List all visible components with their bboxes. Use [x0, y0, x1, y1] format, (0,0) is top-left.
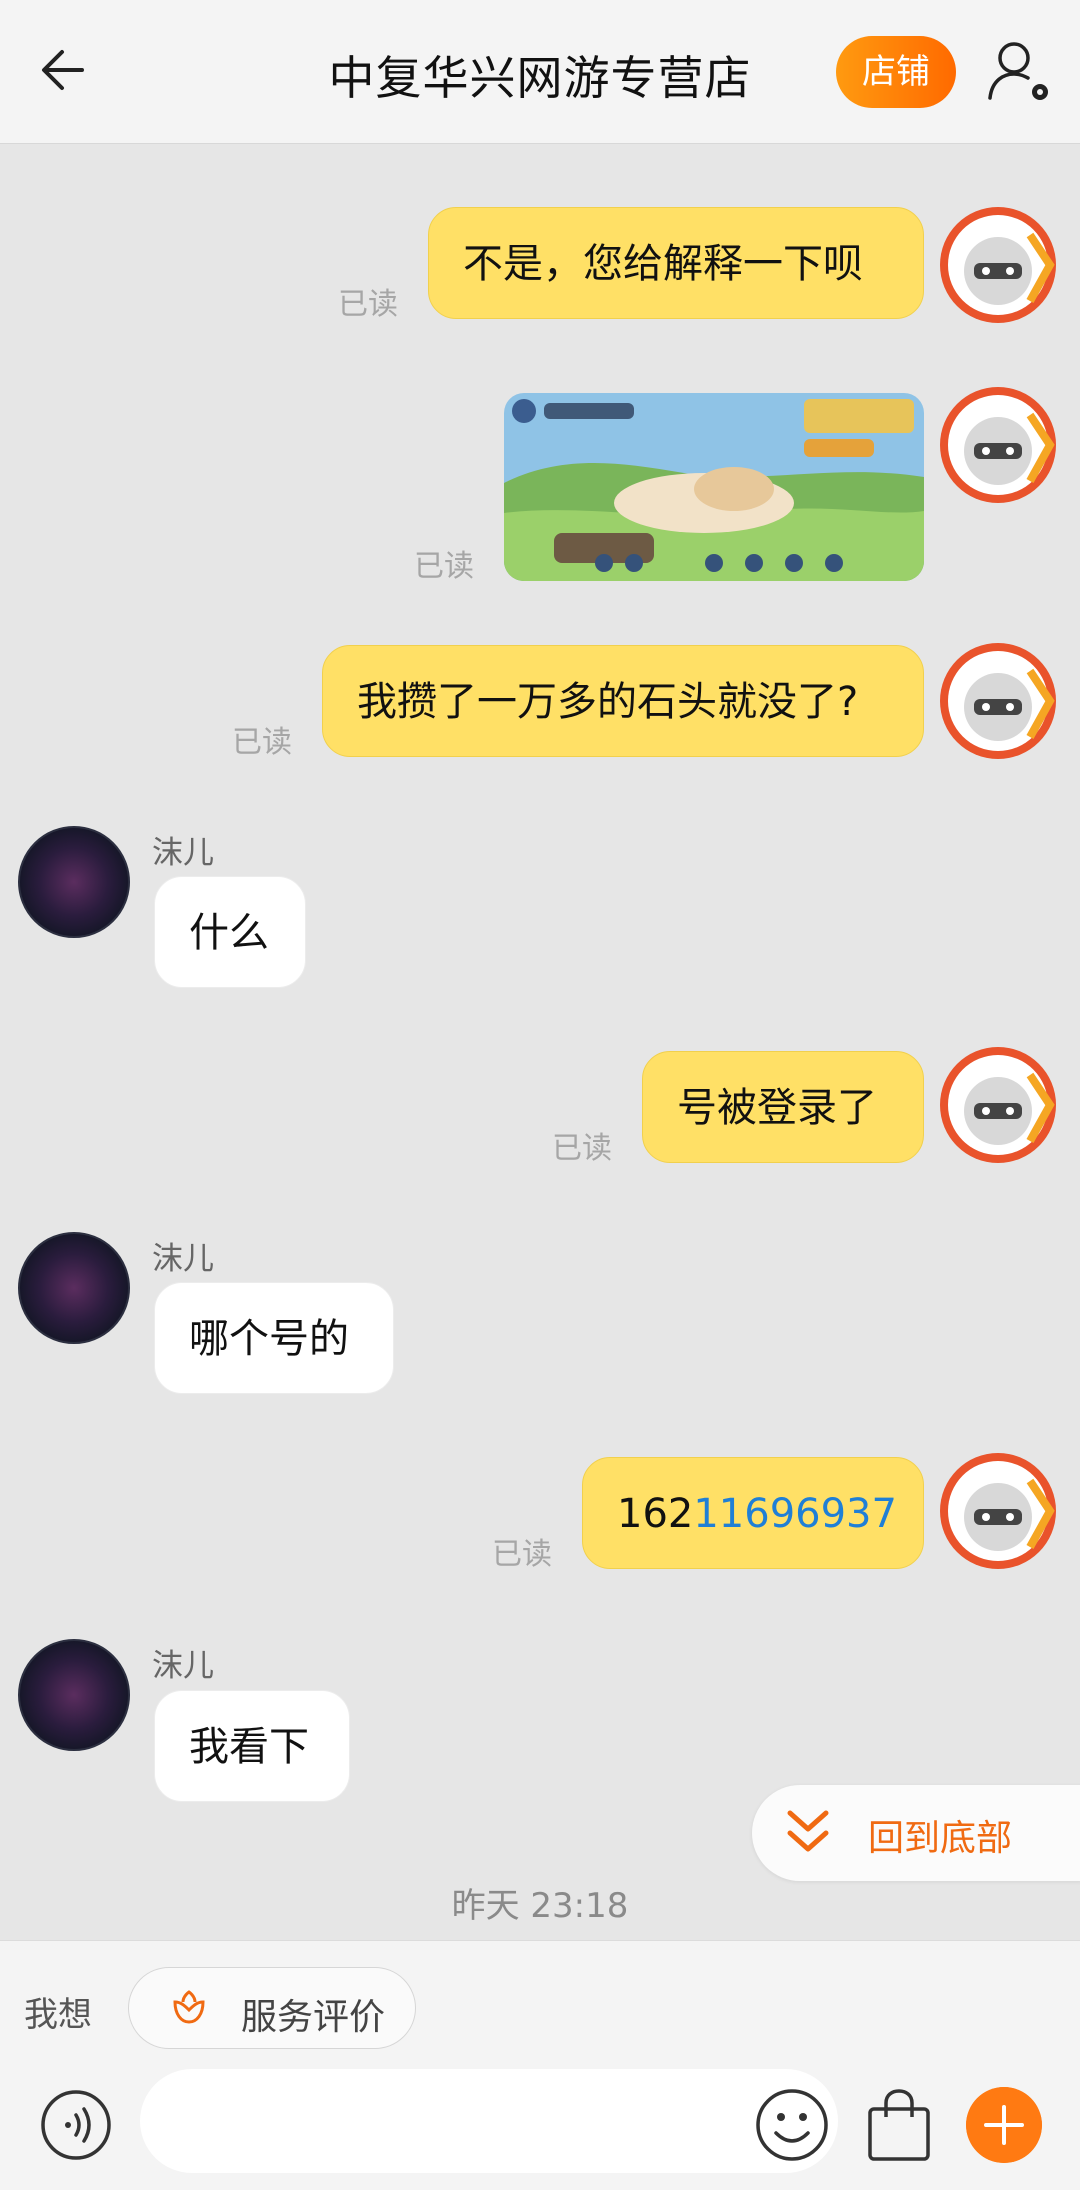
read-status: 已读 [338, 287, 398, 322]
message-text: 162 [617, 1491, 694, 1537]
sender-name: 沫儿 [152, 1648, 214, 1684]
flower-icon [173, 1990, 205, 2024]
back-to-bottom-label: 回到底部 [868, 1818, 1013, 1859]
read-status: 已读 [552, 1131, 612, 1166]
sender-name: 沫儿 [152, 835, 214, 871]
shop-avatar[interactable] [18, 1639, 130, 1751]
my-avatar[interactable] [938, 1451, 1058, 1571]
game-screenshot-image[interactable] [504, 393, 924, 581]
my-avatar[interactable] [938, 385, 1058, 505]
bottom-bar: 我想 服务评价 [0, 1940, 1080, 2190]
message-bubble-outgoing[interactable]: 不是，您给解释一下呗 [428, 207, 924, 319]
message-bubble-incoming[interactable]: 哪个号的 [154, 1282, 394, 1394]
read-status: 已读 [232, 725, 292, 760]
message-bubble-incoming[interactable]: 我看下 [154, 1690, 350, 1802]
read-status: 已读 [414, 549, 474, 584]
voice-input-icon[interactable] [40, 2089, 112, 2161]
message-input[interactable] [140, 2069, 838, 2173]
service-rating-label: 服务评价 [241, 1997, 386, 2038]
double-chevron-down-icon [787, 1810, 829, 1852]
message-bubble-outgoing[interactable]: 16211696937 [582, 1457, 924, 1569]
message-bubble-outgoing[interactable]: 号被登录了 [642, 1051, 924, 1163]
phone-number-link[interactable]: 11696937 [693, 1491, 897, 1537]
my-avatar[interactable] [938, 641, 1058, 761]
plus-icon[interactable] [966, 2087, 1042, 2163]
shopping-bag-icon[interactable] [864, 2087, 934, 2163]
shop-button[interactable]: 店铺 [836, 36, 956, 108]
message-bubble-incoming[interactable]: 什么 [154, 876, 306, 988]
read-status: 已读 [492, 1537, 552, 1572]
message-bubble-outgoing[interactable]: 我攒了一万多的石头就没了? [322, 645, 924, 757]
back-to-bottom-button[interactable]: 回到底部 [752, 1785, 1080, 1881]
user-settings-icon[interactable] [984, 36, 1054, 106]
shop-avatar[interactable] [18, 826, 130, 938]
my-avatar[interactable] [938, 1045, 1058, 1165]
my-avatar[interactable] [938, 205, 1058, 325]
service-rating-button[interactable]: 服务评价 [128, 1967, 416, 2049]
header: 中复华兴网游专营店 店铺 [0, 0, 1080, 144]
sender-name: 沫儿 [152, 1241, 214, 1277]
emoji-icon[interactable] [754, 2087, 830, 2163]
shop-avatar[interactable] [18, 1232, 130, 1344]
i-want-label: 我想 [24, 1995, 92, 2035]
chat-list[interactable]: 已读 不是，您给解释一下呗 已读 已读 我攒了一万多的石头就没了? 沫儿 什么 … [0, 145, 1080, 1940]
timestamp: 昨天 23:18 [451, 1886, 629, 1926]
